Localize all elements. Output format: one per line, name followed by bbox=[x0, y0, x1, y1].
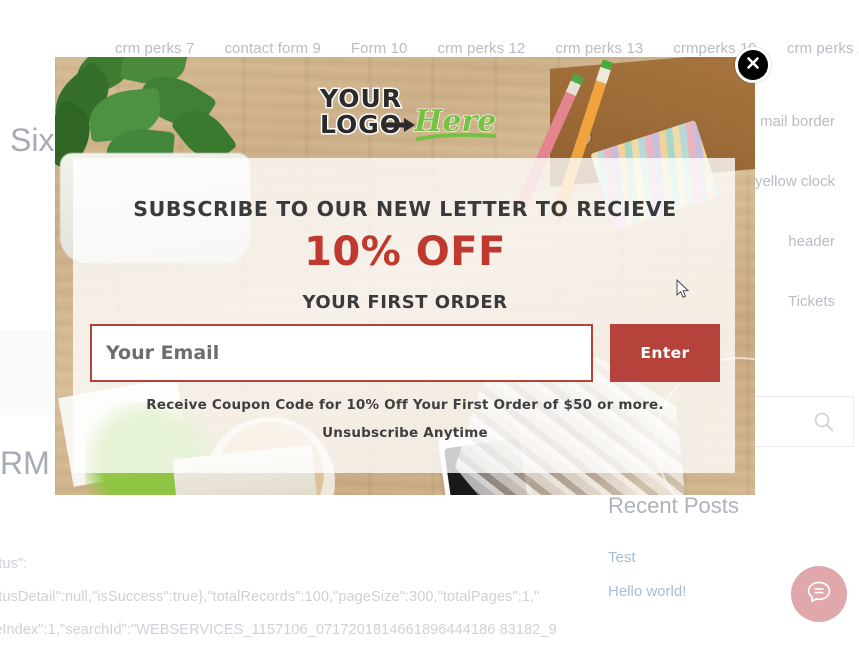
recent-post-link-hello-world[interactable]: Hello world! bbox=[608, 583, 686, 600]
nav-item-form-10[interactable]: Form 10 bbox=[336, 40, 423, 57]
close-x-icon bbox=[744, 54, 762, 77]
nav-item-crm-perks-13[interactable]: crm perks 13 bbox=[540, 40, 658, 57]
modal-subheadline: YOUR FIRST ORDER bbox=[302, 292, 508, 313]
mouse-cursor bbox=[676, 278, 690, 299]
json-line-3: geIndex":1,"searchId":"WEBSERVICES_11571… bbox=[0, 622, 557, 638]
email-field-wrapper[interactable] bbox=[90, 324, 593, 382]
recent-posts-heading: Recent Posts bbox=[608, 493, 739, 518]
brand-logo: YOUR LOGO Here bbox=[318, 83, 503, 145]
nav-item-crm-perks-20[interactable]: crm perks 20 bbox=[772, 40, 859, 57]
json-response-dump: tatus": tatusDetail":null,"isSuccess":tr… bbox=[0, 548, 566, 646]
page-title-fragment: Six bbox=[10, 122, 55, 158]
nav-item-crm-perks-7[interactable]: crm perks 7 bbox=[100, 40, 209, 57]
modal-headline: SUBSCRIBE TO OUR NEW LETTER TO RECIEVE bbox=[133, 197, 677, 221]
newsletter-popup-modal: YOUR LOGO Here SUBSCRIBE TO OUR NEW LETT… bbox=[55, 57, 755, 495]
nav-item-crm-perks-12[interactable]: crm perks 12 bbox=[422, 40, 540, 57]
subscribe-form: Enter bbox=[90, 324, 720, 382]
page-root: crm perks 7 contact form 9 Form 10 crm p… bbox=[0, 0, 859, 646]
modal-fine-print-unsubscribe: Unsubscribe Anytime bbox=[322, 425, 488, 441]
modal-offer-amount: 10% OFF bbox=[304, 229, 506, 275]
modal-fine-print-coupon: Receive Coupon Code for 10% Off Your Fir… bbox=[146, 397, 664, 413]
nav-item-contact-form-9[interactable]: contact form 9 bbox=[209, 40, 335, 57]
json-line-2: tatusDetail":null,"isSuccess":true},"tot… bbox=[0, 589, 540, 605]
chat-widget-button[interactable] bbox=[791, 566, 847, 622]
enter-submit-button[interactable]: Enter bbox=[610, 324, 720, 382]
email-input[interactable] bbox=[92, 326, 591, 380]
svg-text:YOUR: YOUR bbox=[319, 84, 402, 113]
recent-post-link-test[interactable]: Test bbox=[608, 549, 636, 566]
chat-bubble-icon bbox=[804, 577, 834, 612]
json-line-1: tatus": bbox=[0, 556, 28, 572]
close-modal-button[interactable] bbox=[735, 47, 771, 83]
page-subtitle-fragment: RM bbox=[0, 445, 50, 481]
search-icon bbox=[813, 411, 835, 433]
